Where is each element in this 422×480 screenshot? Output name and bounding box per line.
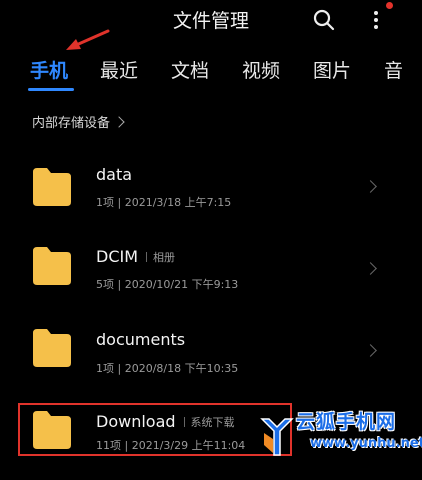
breadcrumb-label: 内部存储设备 bbox=[32, 116, 111, 131]
tab-documents[interactable]: 文档 bbox=[171, 56, 209, 83]
folder-meta: 1项 | 2021/3/18 上午7:15 bbox=[96, 196, 232, 209]
chevron-right-icon bbox=[364, 344, 377, 357]
tab-recent[interactable]: 最近 bbox=[100, 56, 138, 83]
folder-name: documents bbox=[96, 330, 186, 349]
folder-row-data[interactable]: data 1项 | 2021/3/18 上午7:15 bbox=[0, 142, 422, 228]
tab-images[interactable]: 图片 bbox=[313, 56, 351, 83]
more-options-icon[interactable] bbox=[368, 8, 384, 32]
folder-meta: 5项 | 2020/10/21 下午9:13 bbox=[96, 278, 239, 291]
folder-icon bbox=[33, 247, 71, 285]
annotation-arrow-icon bbox=[66, 29, 110, 50]
folder-name: data bbox=[96, 165, 133, 184]
watermark: 云狐手机网 www.yunhu.net bbox=[258, 405, 422, 460]
tab-phone[interactable]: 手机 bbox=[30, 56, 68, 83]
folder-tag: 相册 bbox=[146, 249, 175, 265]
folder-row-documents[interactable]: documents 1项 | 2020/8/18 下午10:35 bbox=[0, 310, 422, 396]
search-icon[interactable] bbox=[312, 8, 336, 32]
breadcrumb[interactable]: 内部存储设备 bbox=[32, 112, 125, 131]
notification-dot bbox=[386, 2, 393, 9]
highlight-box bbox=[18, 403, 292, 456]
watermark-url: www.yunhu.net bbox=[310, 436, 422, 451]
chevron-right-icon bbox=[364, 180, 377, 193]
watermark-logo-text: 云狐手机网 bbox=[296, 411, 397, 433]
fox-logo-icon bbox=[260, 418, 294, 456]
active-tab-indicator bbox=[28, 88, 74, 91]
tab-music[interactable]: 音 bbox=[384, 56, 403, 83]
folder-icon bbox=[33, 329, 71, 367]
chevron-right-icon bbox=[113, 115, 125, 128]
tab-videos[interactable]: 视频 bbox=[242, 56, 280, 83]
folder-icon bbox=[33, 168, 71, 206]
folder-row-dcim[interactable]: DCIM 相册 5项 | 2020/10/21 下午9:13 bbox=[0, 226, 422, 312]
folder-name: DCIM 相册 bbox=[96, 247, 176, 266]
folder-meta: 1项 | 2020/8/18 下午10:35 bbox=[96, 362, 239, 375]
category-tabs: 手机 最近 文档 视频 图片 音 bbox=[0, 56, 422, 86]
chevron-right-icon bbox=[364, 262, 377, 275]
